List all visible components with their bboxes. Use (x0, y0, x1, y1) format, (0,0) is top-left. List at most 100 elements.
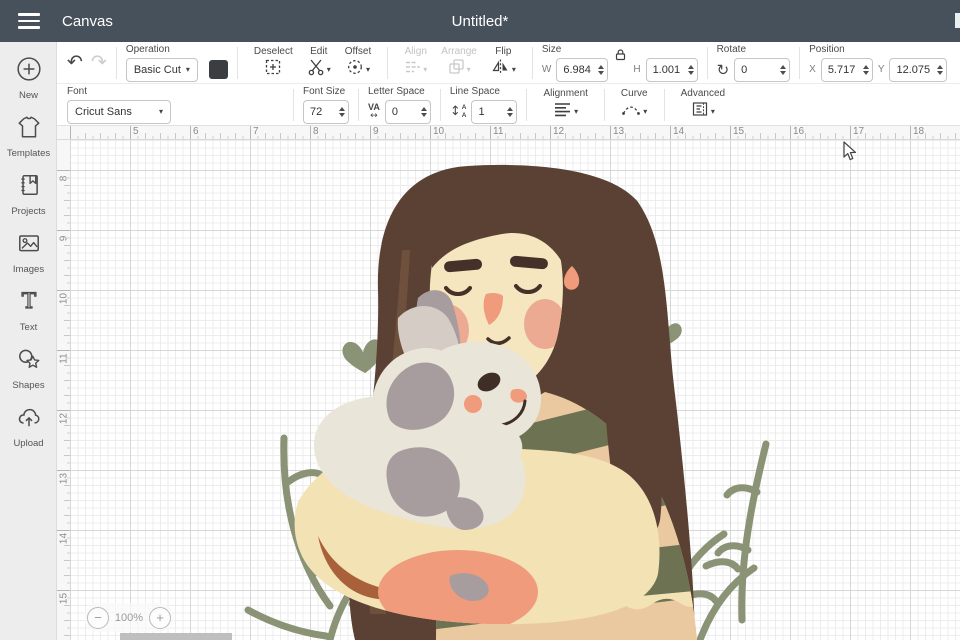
upload-icon (16, 404, 42, 435)
ruler-number: 15 (733, 126, 745, 137)
deselect-button[interactable]: Deselect (254, 46, 293, 79)
ruler-number: 14 (673, 126, 685, 137)
divider (293, 88, 294, 121)
arrange-icon (448, 58, 465, 80)
letter-space-input[interactable]: 0 (384, 99, 431, 124)
zoom-controls: − 100% + (84, 603, 174, 632)
sidebar-item-shapes[interactable]: Shapes (0, 340, 57, 396)
chevron-down-icon: ▾ (466, 64, 471, 74)
zoom-in-button[interactable]: + (148, 606, 171, 629)
chevron-down-icon: ▾ (326, 64, 331, 74)
rotate-input[interactable]: 0 (734, 57, 791, 82)
ruler-number: 7 (253, 126, 259, 137)
y-stepper[interactable] (937, 64, 944, 75)
h-ruler: 5 6 7 8 9 10 11 12 13 14 15 16 17 18 (57, 126, 960, 140)
operation-value: Basic Cut (133, 63, 181, 76)
font-label: Font (67, 85, 88, 97)
align-button[interactable]: Align ▾ (404, 46, 428, 79)
width-prefix: W (541, 64, 552, 75)
width-stepper[interactable] (598, 64, 605, 75)
edit-scissors-icon (307, 58, 325, 81)
divider (115, 46, 117, 79)
curve-button[interactable]: Curve ▾ (621, 88, 648, 121)
sidebar-item-images[interactable]: Images (0, 224, 57, 280)
position-x-input[interactable]: 5.717 (820, 57, 873, 82)
text-toolbar: Font Cricut Sans ▾ Font Size 72 Letter S… (57, 84, 960, 126)
images-icon (16, 230, 42, 261)
divider (799, 46, 801, 79)
ruler-number: 14 (58, 532, 70, 545)
letter-space-group: Letter Space VA ↔ 0 (368, 86, 431, 124)
font-select[interactable]: Cricut Sans ▾ (67, 99, 171, 124)
sidebar-item-upload[interactable]: Upload (0, 398, 57, 454)
divider (706, 46, 708, 79)
line-space-label: Line Space (449, 85, 500, 97)
sidebar-item-templates[interactable]: Templates (0, 108, 57, 164)
chevron-down-icon: ▾ (158, 107, 163, 116)
line-space-icon: ↕ A A (449, 104, 467, 119)
letter-space-stepper[interactable] (420, 106, 427, 117)
topbar-edge-button[interactable] (955, 13, 960, 28)
sidebar-item-projects[interactable]: Projects (0, 166, 57, 222)
edit-button[interactable]: Edit ▾ (307, 46, 331, 79)
lock-icon[interactable] (614, 48, 627, 66)
font-size-input[interactable]: 72 (303, 99, 349, 124)
rotate-stepper[interactable] (780, 64, 787, 75)
color-swatch[interactable] (208, 60, 228, 79)
width-input[interactable]: 6.984 (556, 57, 609, 82)
alignment-button[interactable]: Alignment ▾ (543, 88, 588, 122)
flip-icon (491, 58, 510, 80)
chevron-down-icon: ▾ (366, 64, 371, 74)
divider (531, 46, 533, 79)
line-space-input[interactable]: 1 (471, 99, 518, 124)
ruler-number: 17 (853, 126, 865, 137)
page-title: Canvas (62, 12, 113, 30)
ruler-number: 9 (373, 126, 379, 137)
arrange-button[interactable]: Arrange ▾ (441, 46, 477, 79)
operation-select[interactable]: Basic Cut ▾ (125, 57, 198, 82)
title-bar: Canvas Untitled* (0, 0, 960, 42)
ruler-number: 10 (58, 292, 70, 305)
divider (387, 46, 389, 79)
sidebar-item-new[interactable]: New (0, 50, 57, 106)
height-stepper[interactable] (687, 64, 694, 75)
document-title: Untitled* (451, 12, 509, 30)
font-value: Cricut Sans (75, 105, 132, 118)
letter-space-icon: VA ↔ (368, 101, 380, 121)
line-space-group: Line Space ↕ A A 1 (450, 86, 518, 124)
curve-icon (621, 102, 641, 121)
left-sidebar: New Templates Projects Images T Text Sha… (0, 42, 57, 640)
menu-icon[interactable] (0, 0, 58, 42)
line-space-stepper[interactable] (507, 106, 514, 117)
font-size-stepper[interactable] (339, 106, 345, 117)
advanced-icon (691, 101, 709, 122)
ruler-number: 9 (58, 235, 70, 242)
zoom-out-button[interactable]: − (87, 606, 109, 629)
horizontal-scrollbar[interactable] (120, 633, 232, 640)
sidebar-item-text[interactable]: T Text (0, 282, 57, 338)
offset-button[interactable]: Offset ▾ (345, 46, 372, 79)
ruler-number: 12 (58, 412, 70, 425)
height-input[interactable]: 1.001 (645, 57, 698, 82)
ruler-number: 6 (193, 126, 199, 137)
new-icon (16, 56, 42, 87)
chevron-down-icon: ▾ (185, 65, 190, 74)
rotate-icon[interactable]: ↻ (717, 61, 730, 79)
position-y-input[interactable]: 12.075 (889, 57, 948, 82)
canvas-artwork[interactable] (57, 126, 960, 640)
templates-icon (16, 114, 42, 145)
redo-icon[interactable]: ↷ (91, 53, 107, 72)
svg-text:T: T (21, 289, 36, 314)
shapes-icon (16, 346, 42, 377)
x-stepper[interactable] (862, 64, 869, 75)
undo-icon[interactable]: ↶ (67, 53, 83, 72)
deselect-icon (264, 58, 282, 81)
flip-button[interactable]: Flip ▾ (491, 46, 516, 79)
advanced-button[interactable]: Advanced ▾ (681, 88, 725, 121)
ruler-number: 16 (793, 126, 805, 137)
cricut-design-space-window: Canvas Untitled* ↶ ↷ Operation Basic Cut… (0, 0, 960, 640)
chevron-down-icon: ▾ (710, 106, 715, 116)
zoom-level: 100% (114, 611, 144, 624)
edit-toolbar: ↶ ↷ Operation Basic Cut ▾ Deselect Edit (57, 42, 960, 84)
alignment-icon (553, 101, 572, 122)
